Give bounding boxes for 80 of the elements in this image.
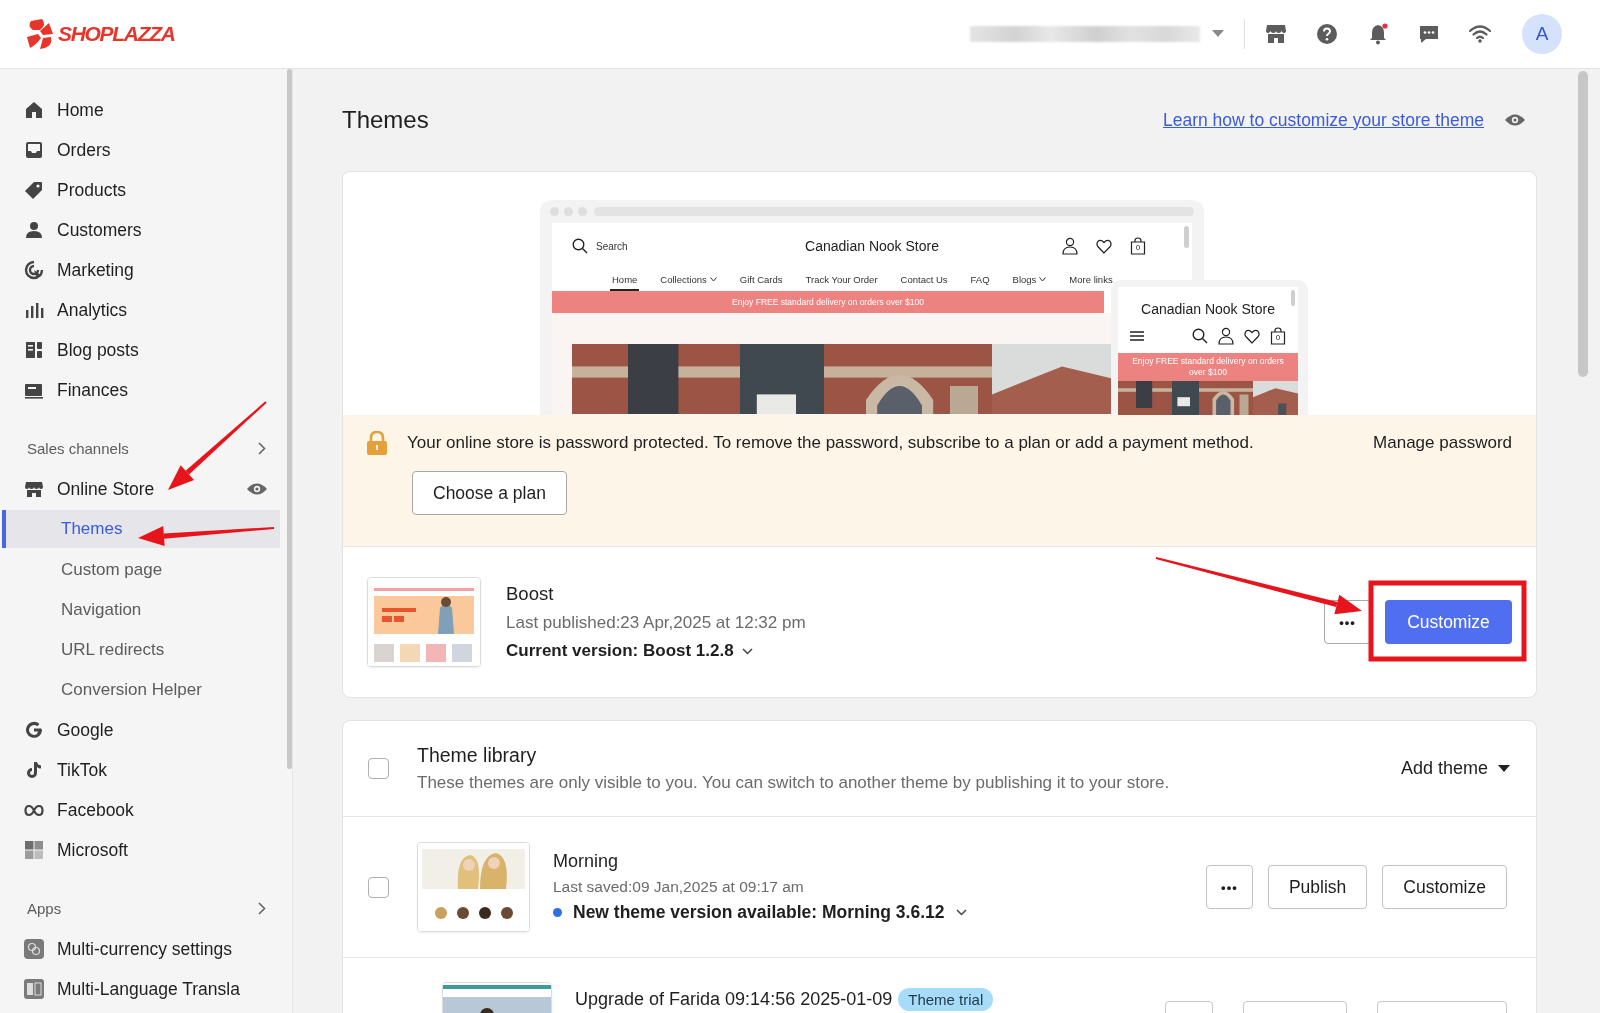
section-title: Theme library: [417, 744, 538, 767]
section-description: These themes are only visible to you. You can switch to another theme by publishing it to your store.: [417, 773, 1171, 793]
nav-item[interactable]: TikTok: [2, 750, 280, 790]
cart-count: 0: [1274, 333, 1282, 343]
section-header[interactable]: Sales channels: [27, 440, 129, 457]
nav-label: Blog posts: [57, 339, 139, 361]
store-nav-label: Home: [612, 273, 638, 285]
nav-label: Analytics: [57, 299, 128, 321]
search-label[interactable]: Search: [596, 240, 628, 252]
nav-label: Google: [57, 719, 114, 741]
nav-item[interactable]: Multi-currency settings: [2, 929, 280, 969]
nav-item[interactable]: Blog posts: [2, 330, 280, 370]
publish-button[interactable]: Publish: [1267, 865, 1368, 909]
nav-label: Customers: [57, 219, 142, 241]
cart-count: 0: [1134, 243, 1142, 253]
nav-subitem[interactable]: Navigation: [2, 590, 280, 630]
nav-label: Products: [57, 179, 127, 201]
nav-item[interactable]: Orders: [2, 130, 280, 170]
store-name: Canadian Nook Store: [1141, 301, 1275, 317]
more-button[interactable]: •••: [1205, 865, 1253, 909]
store-nav-link[interactable]: Gift Cards: [737, 269, 785, 291]
nav-item[interactable]: Facebook: [2, 790, 280, 830]
store-nav-label: Gift Cards: [739, 273, 783, 285]
nav-label: Finances: [57, 379, 128, 401]
store-name: Canadian Nook Store: [805, 238, 939, 254]
nav-label: TikTok: [57, 759, 107, 781]
customize-button[interactable]: Customize: [1382, 865, 1507, 909]
announcement-bar: Enjoy FREE standard delivery on orders over $100: [552, 291, 1104, 313]
nav-item[interactable]: Marketing: [2, 250, 280, 290]
nav-item[interactable]: Finances: [2, 370, 280, 410]
store-nav-label: Collections: [660, 273, 707, 285]
nav-label: Microsoft: [57, 839, 128, 861]
nav-subitem[interactable]: Conversion Helper: [2, 670, 280, 710]
page-title: Themes: [342, 106, 430, 134]
nav-subitem[interactable]: Themes: [2, 510, 280, 548]
theme-name: Upgrade of Farida 09:14:56 2025-01-09: [575, 989, 893, 1010]
theme-name: Morning: [553, 851, 620, 872]
store-nav-label: Contact Us: [900, 273, 948, 285]
nav-item[interactable]: Multi-Language Transla: [2, 969, 280, 1009]
section-header[interactable]: Apps: [27, 900, 62, 917]
nav-label: Facebook: [57, 799, 134, 821]
nav-label: Online Store: [57, 478, 155, 500]
nav-label: Home: [57, 99, 104, 121]
store-nav-link[interactable]: Collections: [658, 269, 719, 291]
announcement-bar: Enjoy FREE standard delivery on orders over $100: [1118, 353, 1298, 381]
published-date: Last published:23 Apr,2025 at 12:32 pm: [506, 613, 807, 633]
status-badge: Theme trial: [898, 988, 994, 1011]
add-theme-button[interactable]: Add theme: [1400, 758, 1510, 779]
store-nav-link[interactable]: Track Your Order: [803, 269, 880, 291]
store-nav-label: More links: [1069, 273, 1113, 285]
nav-label: Multi-currency settings: [57, 938, 233, 960]
nav-label: Orders: [57, 139, 111, 161]
store-nav-label: Track Your Order: [805, 273, 878, 285]
store-nav-label: FAQ: [970, 273, 990, 285]
saved-date: Last saved:09 Jan,2025 at 09:17 am: [553, 878, 805, 896]
nav-item[interactable]: Products: [2, 170, 280, 210]
nav-item[interactable]: Home: [2, 90, 280, 130]
choose-plan-button[interactable]: Choose a plan: [412, 471, 567, 515]
help-link[interactable]: Learn how to customize your store theme: [1163, 109, 1484, 131]
theme-name: Boost: [506, 583, 555, 605]
store-nav-link[interactable]: More links: [1067, 269, 1115, 291]
manage-password-link[interactable]: Manage password: [1373, 431, 1512, 453]
nav-subitem[interactable]: URL redirects: [2, 630, 280, 670]
banner-message: Your online store is password protected. To remove the password, subscribe to a plan or add a payment method.: [407, 432, 1255, 453]
nav-item[interactable]: Analytics: [2, 290, 280, 330]
logo-text: SHOPLAZZA: [58, 22, 175, 46]
customize-button[interactable]: Customize: [1385, 600, 1512, 644]
store-nav-link[interactable]: Contact Us: [898, 269, 950, 291]
store-nav-link[interactable]: FAQ: [968, 269, 992, 291]
version-dropdown[interactable]: Current version: Boost 1.2.8: [506, 641, 1324, 661]
nav-label: Multi-Language Transla: [57, 978, 240, 1000]
nav-item[interactable]: Customers: [2, 210, 280, 250]
nav-item[interactable]: Google: [2, 710, 280, 750]
nav-item[interactable]: Microsoft: [2, 830, 280, 870]
store-nav-label: Blogs: [1012, 273, 1037, 285]
nav-subitem[interactable]: Custom page: [2, 550, 280, 590]
nav-label: Marketing: [57, 259, 134, 281]
user-avatar[interactable]: A: [1522, 14, 1562, 54]
store-nav-link[interactable]: Blogs: [1010, 269, 1049, 291]
version-dropdown[interactable]: New theme version available: Morning 3.6.12: [553, 902, 1206, 923]
